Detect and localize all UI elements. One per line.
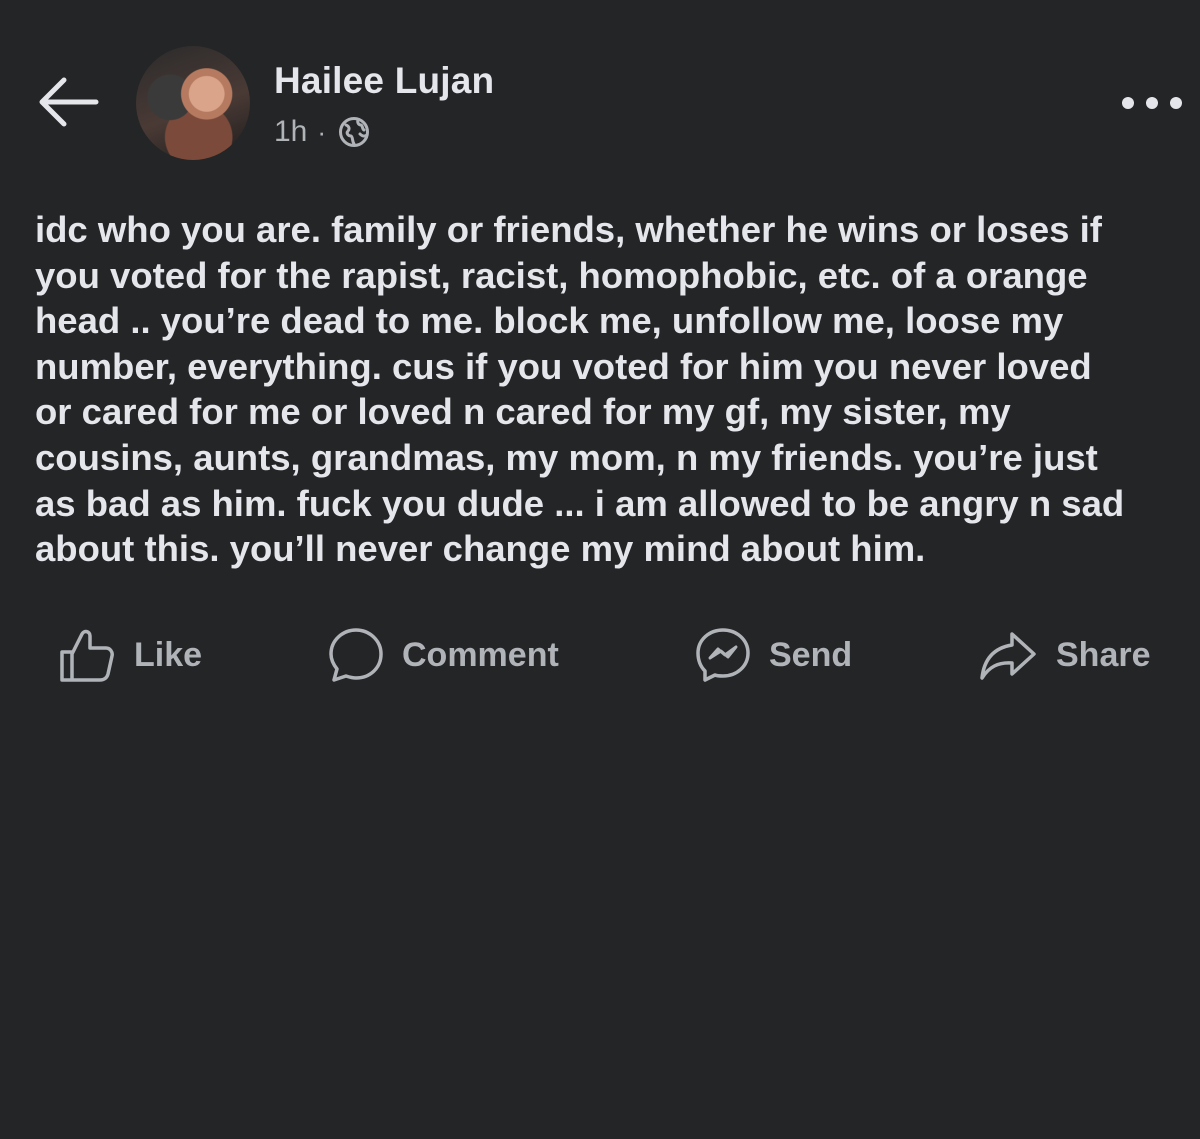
comment-bubble-icon — [329, 628, 383, 682]
post-header: Hailee Lujan 1h · — [0, 0, 1200, 180]
comment-label: Comment — [402, 635, 559, 674]
thumbs-up-icon — [60, 629, 114, 682]
more-options-button[interactable] — [1122, 90, 1182, 116]
share-label: Share — [1056, 635, 1151, 674]
post-time[interactable]: 1h — [274, 115, 307, 149]
messenger-icon — [696, 628, 750, 682]
share-arrow-icon — [980, 632, 1036, 680]
send-button[interactable]: Send — [695, 620, 852, 690]
post-actions-bar: Like Comment Send Share — [0, 620, 1200, 690]
author-name[interactable]: Hailee Lujan — [274, 60, 494, 102]
more-dot-icon — [1170, 97, 1182, 109]
post-text: idc who you are. family or friends, whet… — [35, 209, 1125, 570]
like-label: Like — [134, 635, 203, 674]
send-label: Send — [769, 635, 853, 674]
more-dot-icon — [1146, 97, 1158, 109]
meta-separator: · — [317, 116, 327, 147]
avatar[interactable] — [136, 46, 250, 160]
post-meta: 1h · — [274, 112, 370, 152]
more-dot-icon — [1122, 97, 1134, 109]
back-arrow-icon — [39, 77, 99, 127]
globe-icon[interactable] — [338, 116, 370, 148]
share-button[interactable]: Share — [978, 620, 1151, 690]
comment-button[interactable]: Comment — [328, 620, 559, 690]
like-button[interactable]: Like — [58, 620, 202, 690]
back-button[interactable] — [30, 70, 102, 134]
